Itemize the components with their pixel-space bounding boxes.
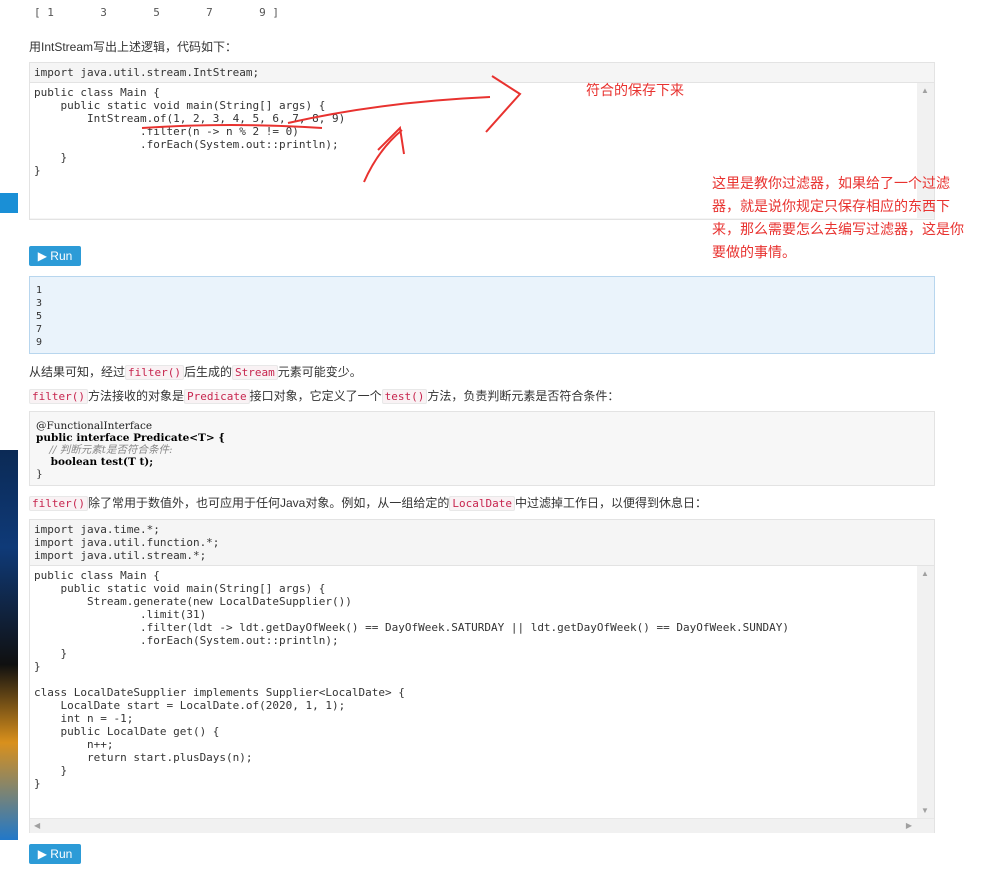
annotation-arrow-up — [363, 129, 403, 183]
annotation-underline — [141, 124, 323, 129]
annotation-strokes — [141, 75, 522, 183]
annotation-keep-note: 符合的保存下来 — [586, 83, 684, 99]
annotation-arrow-line — [287, 96, 491, 124]
annotation-arrow-head — [485, 75, 522, 133]
annotation-explain-note: 这里是教你过滤器，如果给了一个过滤器，就是说你规定只保存相应的东西下来，那么需要… — [712, 176, 964, 261]
